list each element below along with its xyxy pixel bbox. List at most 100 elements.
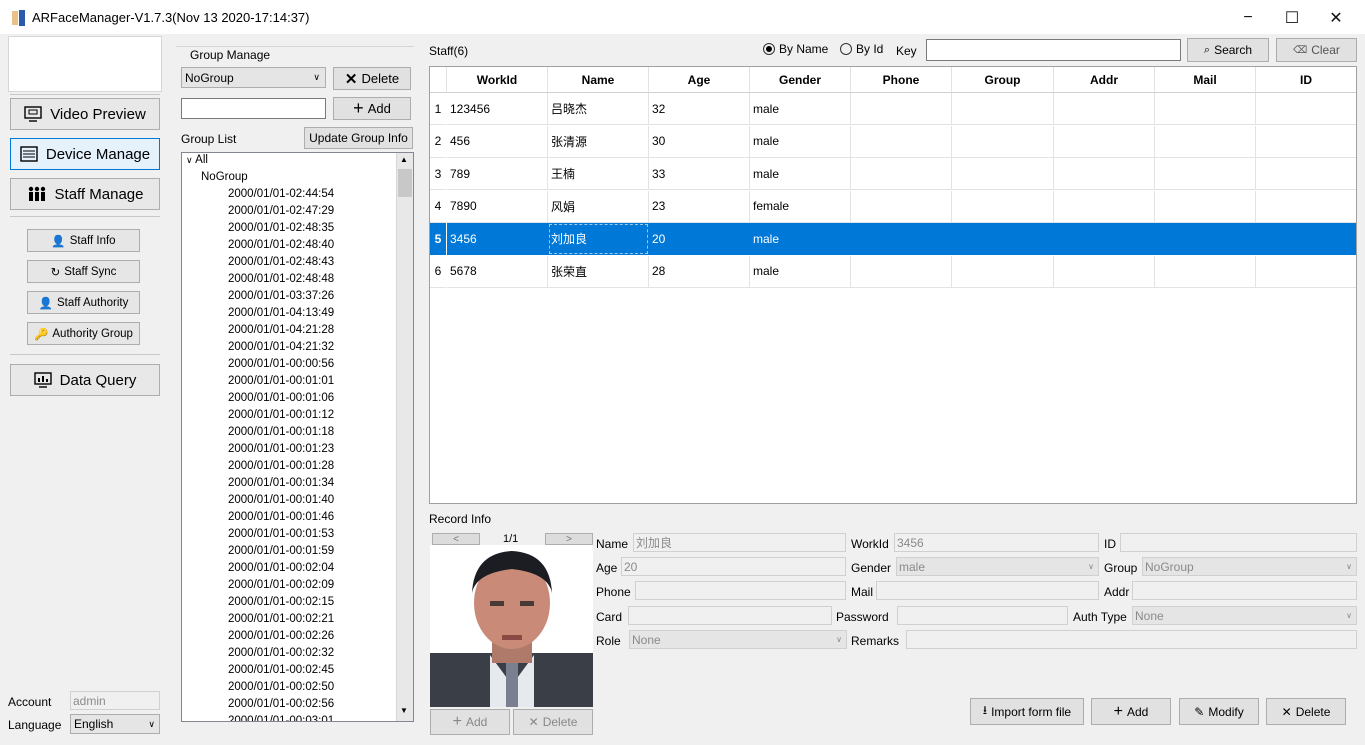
nav-staff-info[interactable]: 👤 Staff Info [27,229,140,252]
record-prev-button[interactable]: < [432,533,480,545]
close-button[interactable]: ✕ [1313,4,1359,32]
column-header[interactable]: Phone [851,67,952,93]
tree-item[interactable]: 2000/01/01-02:44:54 [228,188,334,201]
table-cell[interactable]: 30 [649,125,750,158]
tree-item[interactable]: 2000/01/01-00:01:46 [228,511,334,524]
tree-item[interactable]: 2000/01/01-00:01:34 [228,477,334,490]
minimize-button[interactable]: − [1225,4,1271,32]
tree-item[interactable]: 2000/01/01-02:48:35 [228,222,334,235]
record-add-button[interactable]: + Add [1091,698,1171,725]
tree-scrollbar[interactable]: ▲ ▼ [396,153,413,721]
table-cell[interactable]: 3456 [447,223,548,255]
table-cell[interactable] [851,125,952,158]
group-add-button[interactable]: + Add [333,97,411,120]
table-row[interactable]: 1 123456 吕晓杰 32 male [430,93,1356,125]
table-cell[interactable]: 王楠 [548,158,649,190]
tree-item[interactable]: 2000/01/01-00:02:15 [228,596,334,609]
group-tree[interactable]: ∨ All NoGroup 2000/01/01-02:44:54 2000/01/… [181,152,414,722]
table-cell[interactable] [1155,93,1256,125]
table-cell[interactable]: male [750,223,851,255]
table-cell[interactable] [851,190,952,223]
group-name-input[interactable] [181,98,326,119]
column-header[interactable]: ID [1256,67,1356,93]
update-group-info-button[interactable]: Update Group Info [304,127,413,149]
mail-field[interactable] [876,581,1099,600]
tree-item[interactable]: 2000/01/01-00:02:04 [228,562,334,575]
table-cell[interactable] [1054,125,1155,158]
tree-item[interactable]: 2000/01/01-00:02:45 [228,664,334,677]
table-cell[interactable]: female [750,190,851,223]
nav-device-manage[interactable]: Device Manage [10,138,160,170]
table-cell[interactable]: 张清源 [548,125,649,158]
table-cell[interactable]: 20 [649,223,750,255]
table-cell[interactable] [1256,223,1356,255]
table-cell[interactable] [1054,158,1155,190]
column-header[interactable]: Age [649,67,750,93]
table-cell[interactable] [952,223,1054,255]
tree-item[interactable]: 2000/01/01-02:48:43 [228,256,334,269]
table-cell[interactable]: 456 [447,125,548,158]
nav-authority-group[interactable]: 🔑 Authority Group [27,322,140,345]
tree-item-nogroup[interactable]: NoGroup [201,171,248,184]
table-cell[interactable]: 7890 [447,190,548,223]
tree-item[interactable]: 2000/01/01-00:03:01 [228,715,334,721]
remarks-field[interactable] [906,630,1357,649]
tree-item[interactable]: 2000/01/01-00:02:32 [228,647,334,660]
nav-staff-sync[interactable]: ↻ Staff Sync [27,260,140,283]
tree-item[interactable]: 2000/01/01-03:37:26 [228,290,334,303]
record-next-button[interactable]: > [545,533,593,545]
nav-staff-manage[interactable]: Staff Manage [10,178,160,210]
column-header[interactable]: Addr [1054,67,1155,93]
table-cell[interactable]: 刘加良 [548,223,649,255]
tree-item[interactable]: 2000/01/01-00:01:53 [228,528,334,541]
group-field-select[interactable]: NoGroup ∨ [1142,557,1357,576]
table-cell[interactable] [1256,256,1356,288]
tree-item[interactable]: 2000/01/01-00:01:40 [228,494,334,507]
table-cell[interactable] [851,223,952,255]
tree-item[interactable]: 2000/01/01-02:48:48 [228,273,334,286]
table-cell[interactable] [1155,255,1256,288]
tree-item[interactable]: 2000/01/01-02:48:40 [228,239,334,252]
table-cell[interactable] [1256,191,1356,223]
scroll-up-icon[interactable]: ▲ [400,155,408,164]
table-cell[interactable] [1054,93,1155,125]
password-field[interactable] [897,606,1068,625]
tree-item[interactable]: 2000/01/01-00:01:23 [228,443,334,456]
clear-button[interactable]: ⌫ Clear [1276,38,1357,62]
tree-item[interactable]: 2000/01/01-04:13:49 [228,307,334,320]
table-cell[interactable]: 风娟 [548,190,649,223]
table-row[interactable]: 6 5678 张荣直 28 male [430,255,1356,288]
table-cell[interactable]: male [750,158,851,190]
table-cell[interactable] [1155,223,1256,255]
tree-item[interactable]: 2000/01/01-00:01:28 [228,460,334,473]
record-delete-button[interactable]: ✕ Delete [1266,698,1346,725]
table-cell[interactable]: male [750,255,851,288]
table-row[interactable]: 2 456 张清源 30 male [430,125,1356,158]
tree-item[interactable]: 2000/01/01-00:02:50 [228,681,334,694]
table-cell[interactable] [952,158,1054,190]
table-cell[interactable] [952,255,1054,288]
key-search-input[interactable] [926,39,1181,61]
group-select[interactable]: NoGroup ∨ [181,67,326,88]
table-cell[interactable] [952,125,1054,158]
table-cell[interactable] [851,158,952,190]
modify-button[interactable]: ✎ Modify [1179,698,1259,725]
table-cell[interactable] [1054,255,1155,288]
table-cell[interactable] [1256,93,1356,125]
import-button[interactable]: ⭳ Import form file [970,698,1084,725]
addr-field[interactable] [1132,581,1357,600]
tree-item[interactable]: 2000/01/01-00:01:12 [228,409,334,422]
phone-field[interactable] [635,581,846,600]
name-field[interactable]: 刘加良 [633,533,846,552]
table-cell[interactable]: male [750,125,851,158]
tree-item[interactable]: 2000/01/01-00:00:56 [228,358,334,371]
table-row[interactable]: 5 3456 刘加良 20 male [430,223,1356,255]
table-cell[interactable] [851,255,952,288]
table-cell[interactable] [851,93,952,125]
tree-item[interactable]: 2000/01/01-00:02:26 [228,630,334,643]
account-field[interactable]: admin [70,691,160,710]
radio-by-id[interactable]: By Id [840,42,883,56]
auth-type-select[interactable]: None ∨ [1132,606,1357,625]
card-field[interactable] [628,606,832,625]
id-field[interactable] [1120,533,1357,552]
